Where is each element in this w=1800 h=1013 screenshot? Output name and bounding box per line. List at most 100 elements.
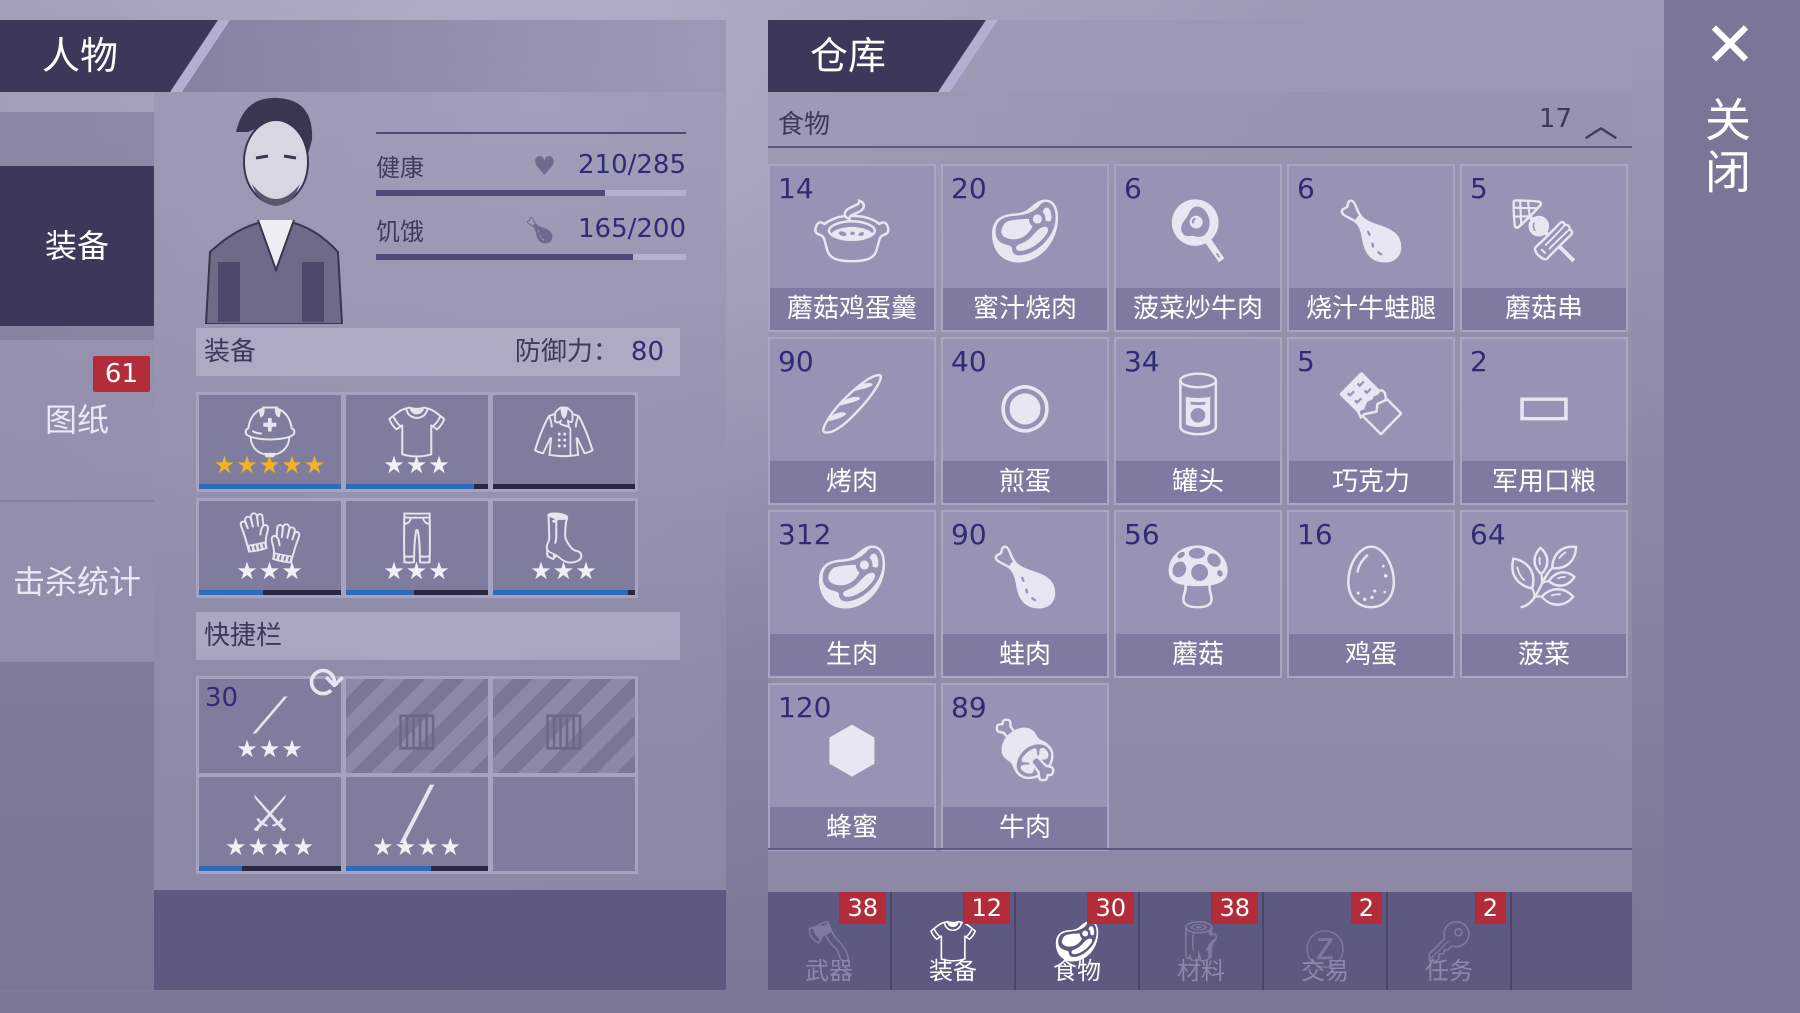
item-label: 烤肉 (770, 461, 934, 503)
food-category-bar[interactable]: 食物 17 ︿ (768, 92, 1632, 148)
health-value: 210/285 (577, 150, 686, 180)
warehouse-panel: 仓库 食物 17 ︿ 14 🍲︎ 蘑菇鸡蛋羹 20 🥩︎ 蜜汁烧肉 6 🍳︎ 菠菜炒… (768, 20, 1632, 990)
inventory-item[interactable]: 312 🥩︎ 生肉 (768, 510, 936, 678)
item-label: 蘑菇 (1116, 634, 1280, 676)
quickbar-slot-locked[interactable]: ▥ (490, 676, 638, 776)
inventory-item[interactable]: 6 🍗︎ 烧汁牛蛙腿 (1287, 164, 1455, 332)
inventory-item[interactable]: 90 🍗︎ 蛙肉 (941, 510, 1109, 678)
next-category-divider (768, 848, 1632, 850)
hunger-value: 165/200 (577, 214, 686, 244)
inventory-item[interactable]: 16 🥚︎ 鸡蛋 (1287, 510, 1455, 678)
side-tab-kill-stats[interactable]: 击杀统计 (0, 502, 154, 662)
star-rating: ★★★ (530, 557, 598, 585)
category-tab[interactable]: 🥩︎ 食物 30 (1016, 892, 1140, 990)
category-count-badge: 12 (963, 892, 1010, 924)
durability-track (493, 484, 635, 489)
swap-icon[interactable]: ⟳ (308, 658, 345, 709)
quickbar-slot-locked[interactable]: ▥ (343, 676, 491, 776)
item-label: 蘑菇鸡蛋羹 (770, 288, 934, 330)
inventory-item[interactable]: 20 🥩︎ 蜜汁烧肉 (941, 164, 1109, 332)
equipment-slot[interactable]: 🧤︎ ★★★ (196, 498, 344, 598)
item-label: 鸡蛋 (1289, 634, 1453, 676)
durability-fill (199, 590, 263, 595)
inventory-item[interactable]: 5 🍢︎ 蘑菇串 (1460, 164, 1628, 332)
side-tabs: 装备 图纸 61 击杀统计 (0, 112, 154, 990)
item-label: 蜂蜜 (770, 807, 934, 849)
star-rating: ★★★ (236, 735, 304, 763)
item-quantity: 30 (205, 683, 239, 713)
item-label: 菠菜炒牛肉 (1116, 288, 1280, 330)
side-tab-label: 图纸 (44, 401, 109, 439)
character-portrait (204, 97, 344, 324)
spinach-icon: 🌿︎ (1504, 540, 1584, 613)
durability-fill (346, 590, 415, 595)
star-rating: ★★★★ (224, 833, 316, 861)
equipment-slot[interactable]: 👕︎ ★★★ (343, 392, 491, 492)
category-count-badge: 2 (1350, 892, 1382, 924)
quickbar-slot[interactable]: ⚔︎ ★★★★ (196, 774, 344, 874)
equipment-slot[interactable]: 👢︎ ★★★ (490, 498, 638, 598)
close-icon[interactable]: ✕ (1704, 14, 1756, 76)
inventory-item[interactable]: 56 🍄︎ 蘑菇 (1114, 510, 1282, 678)
can-icon: 🥫︎ (1158, 367, 1238, 440)
category-tab-label: 食物 (1053, 957, 1101, 985)
quickbar-slot[interactable]: ╱ ★★★★ (343, 774, 491, 874)
fence-icon: ▥ (542, 701, 586, 755)
beef-icon: 🍖︎ (985, 713, 1065, 786)
warehouse-body: 食物 17 ︿ 14 🍲︎ 蘑菇鸡蛋羹 20 🥩︎ 蜜汁烧肉 6 🍳︎ 菠菜炒牛肉 6… (768, 92, 1632, 892)
category-count-badge: 38 (839, 892, 886, 924)
jacket-icon: 🧥︎ (532, 403, 596, 461)
inventory-item[interactable]: 14 🍲︎ 蘑菇鸡蛋羹 (768, 164, 936, 332)
hunger-bar-fill (376, 254, 634, 260)
category-tab-label: 武器 (805, 957, 853, 985)
inventory-item[interactable]: 120 ⬢ 蜂蜜 (768, 683, 936, 851)
hunger-bar (376, 254, 686, 260)
star-rating: ★★★ (236, 557, 304, 585)
category-tab[interactable]: Ⓩ 交易 2 (1264, 892, 1388, 990)
health-bar (376, 190, 686, 196)
equipment-slot[interactable]: 👖︎ ★★★ (343, 498, 491, 598)
inventory-item[interactable]: 5 🍫︎ 巧克力 (1287, 337, 1455, 505)
item-label: 巧克力 (1289, 461, 1453, 503)
category-tab[interactable]: 🪓︎ 武器 38 (768, 892, 892, 990)
inventory-item[interactable]: 90 🥖︎ 烤肉 (768, 337, 936, 505)
star-rating: ★★★ (383, 451, 451, 479)
left-bottom-strip (154, 890, 726, 990)
category-count-badge: 38 (1211, 892, 1258, 924)
category-tab-label: 材料 (1177, 957, 1225, 985)
category-tab[interactable]: 👕︎ 装备 12 (892, 892, 1016, 990)
inventory-item[interactable]: 40 ◉ 煎蛋 (941, 337, 1109, 505)
mushroom-icon: 🍄︎ (1158, 540, 1238, 613)
item-label: 烧汁牛蛙腿 (1289, 288, 1453, 330)
ration-icon: ▭ (1514, 367, 1574, 440)
equipment-slot[interactable]: 🧥︎ (490, 392, 638, 492)
item-label: 生肉 (770, 634, 934, 676)
durability-fill (199, 484, 341, 489)
inventory-item[interactable]: 89 🍖︎ 牛肉 (941, 683, 1109, 851)
category-count-badge: 30 (1087, 892, 1134, 924)
category-tab[interactable]: 🪵︎ 材料 38 (1140, 892, 1264, 990)
frog-legs-icon: 🍗︎ (1331, 194, 1411, 267)
quickbar-slot[interactable] (490, 774, 638, 874)
chevron-up-icon[interactable]: ︿ (1584, 98, 1618, 147)
item-label: 牛肉 (943, 807, 1107, 849)
category-count-badge: 2 (1474, 892, 1506, 924)
frog-meat-icon: 🍗︎ (985, 540, 1065, 613)
stats-divider (376, 132, 686, 134)
hunger-label: 饥饿 (376, 218, 424, 246)
fried-egg-icon: ◉ (997, 367, 1053, 440)
inventory-item[interactable]: 34 🥫︎ 罐头 (1114, 337, 1282, 505)
star-rating: ★★★★ (371, 833, 463, 861)
star-rating: ★★★★★ (213, 451, 327, 479)
category-tab[interactable]: 🔑︎ 任务 2 (1388, 892, 1512, 990)
equipment-slot[interactable]: ⛑︎ ★★★★★ (196, 392, 344, 492)
inventory-item[interactable]: 64 🌿︎ 菠菜 (1460, 510, 1628, 678)
side-tab-blueprints[interactable]: 图纸 61 (0, 340, 154, 500)
inventory-item[interactable]: 6 🍳︎ 菠菜炒牛肉 (1114, 164, 1282, 332)
close-label[interactable]: 关闭 (1698, 96, 1758, 200)
item-label: 蛙肉 (943, 634, 1107, 676)
side-tab-equipment[interactable]: 装备 (0, 166, 154, 326)
inventory-item[interactable]: 2 ▭ 军用口粮 (1460, 337, 1628, 505)
category-tab-label: 任务 (1425, 957, 1473, 985)
health-label: 健康 (376, 154, 424, 182)
